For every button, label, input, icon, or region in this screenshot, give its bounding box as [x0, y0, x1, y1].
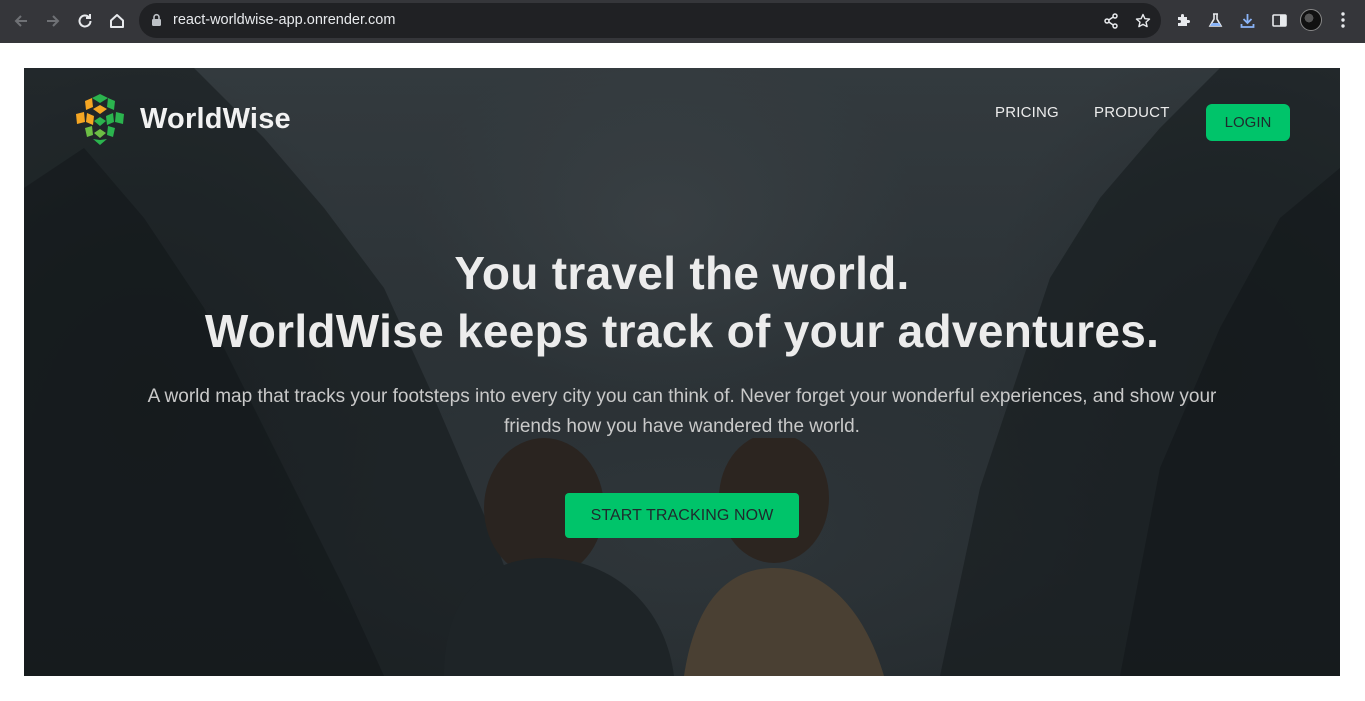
mountain-background-right	[940, 68, 1340, 676]
reload-icon[interactable]	[72, 8, 98, 34]
star-icon[interactable]	[1133, 11, 1153, 31]
nav-product-link[interactable]: PRODUCT	[1094, 104, 1170, 121]
side-panel-icon[interactable]	[1268, 9, 1290, 31]
hero-section: WorldWise PRICING PRODUCT LOGIN You trav…	[24, 68, 1340, 676]
globe-logo-icon	[76, 94, 124, 145]
download-icon[interactable]	[1236, 9, 1258, 31]
headline-line-2: WorldWise keeps track of your adventures…	[204, 305, 1160, 357]
arrow-left-icon[interactable]	[8, 8, 34, 34]
home-icon[interactable]	[104, 8, 130, 34]
url-text[interactable]: react-worldwise-app.onrender.com	[173, 3, 395, 38]
hero-subtext: A world map that tracks your footsteps i…	[147, 386, 1217, 437]
kebab-menu-icon[interactable]	[1332, 9, 1354, 31]
nav-pricing-link[interactable]: PRICING	[995, 104, 1059, 121]
hero-headline: You travel the world. WorldWise keeps tr…	[24, 244, 1340, 360]
start-tracking-button[interactable]: START TRACKING NOW	[565, 493, 799, 538]
address-bar[interactable]: react-worldwise-app.onrender.com	[139, 3, 1161, 38]
puzzle-icon[interactable]	[1172, 9, 1194, 31]
logo-text: WorldWise	[140, 102, 291, 135]
login-button[interactable]: LOGIN	[1206, 104, 1290, 141]
travelers-photo	[444, 438, 884, 676]
site-logo[interactable]: WorldWise	[73, 92, 291, 146]
arrow-right-icon[interactable]	[40, 8, 66, 34]
headline-line-1: You travel the world.	[454, 247, 910, 299]
profile-avatar[interactable]	[1300, 9, 1322, 31]
share-icon[interactable]	[1101, 11, 1121, 31]
lock-icon[interactable]	[151, 13, 162, 32]
flask-icon[interactable]	[1204, 9, 1226, 31]
browser-toolbar: react-worldwise-app.onrender.com	[0, 0, 1365, 43]
